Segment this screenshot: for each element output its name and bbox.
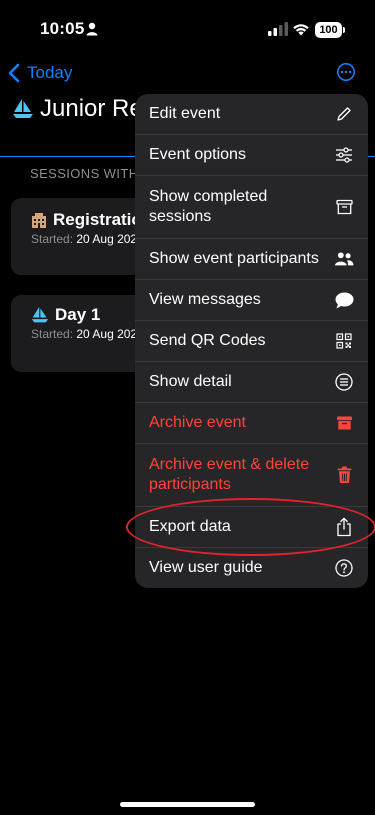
- sailboat-icon: [31, 306, 49, 323]
- list-circle-icon: [334, 372, 354, 392]
- session-title: Day 1: [55, 305, 101, 324]
- building-icon: [32, 213, 46, 228]
- pencil-icon: [334, 104, 354, 124]
- started-label: Started:: [31, 327, 74, 341]
- cellular-signal-icon: [268, 22, 288, 36]
- sliders-icon: [334, 145, 354, 165]
- started-value: 20 Aug 202: [76, 327, 138, 341]
- chevron-left-icon: [8, 63, 20, 83]
- qr-code-icon: [334, 331, 354, 351]
- session-title-row: Registratio: [31, 210, 142, 230]
- started-label: Started:: [31, 232, 74, 246]
- menu-item-label: Event options: [149, 146, 246, 163]
- menu-item-show-completed-sessions[interactable]: Show completed sessions: [135, 176, 368, 239]
- battery-indicator: 100: [315, 22, 342, 38]
- menu-item-show-event-participants[interactable]: Show event participants: [135, 239, 368, 280]
- archive-filled-icon: [334, 413, 354, 433]
- menu-item-label: Archive event & delete participants: [149, 456, 310, 493]
- trash-icon: [334, 465, 354, 485]
- people-icon: [334, 249, 354, 269]
- session-started: Started: 20 Aug 202: [31, 327, 137, 341]
- back-button[interactable]: Today: [8, 62, 72, 84]
- page-title-row: Junior Re: [12, 95, 143, 123]
- back-label: Today: [27, 63, 73, 82]
- person-icon: [86, 22, 98, 36]
- question-circle-icon: [334, 558, 354, 578]
- menu-item-label: Show detail: [149, 373, 232, 390]
- menu-item-event-options[interactable]: Event options: [135, 135, 368, 176]
- status-time: 10:05: [40, 19, 85, 38]
- session-started: Started: 20 Aug 202: [31, 232, 137, 246]
- menu-item-label: Show event participants: [149, 250, 319, 267]
- home-indicator[interactable]: [120, 802, 255, 807]
- menu-item-edit-event[interactable]: Edit event: [135, 94, 368, 135]
- highlight-oval: [126, 498, 375, 556]
- more-options-icon[interactable]: [337, 63, 355, 81]
- page-title: Junior Re: [40, 95, 143, 122]
- session-title-row: Day 1: [31, 305, 100, 325]
- menu-item-label: Archive event: [149, 414, 246, 431]
- menu-item-show-detail[interactable]: Show detail: [135, 362, 368, 403]
- menu-item-send-qr-codes[interactable]: Send QR Codes: [135, 321, 368, 362]
- started-value: 20 Aug 202: [76, 232, 138, 246]
- sailboat-icon: [13, 99, 33, 118]
- wifi-icon: [293, 24, 309, 36]
- menu-item-label: Send QR Codes: [149, 332, 266, 349]
- message-bubble-icon: [334, 290, 354, 310]
- menu-item-label: Show completed sessions: [149, 188, 268, 225]
- menu-item-label: Edit event: [149, 105, 221, 122]
- menu-item-label: View messages: [149, 291, 261, 308]
- session-title: Registratio: [53, 210, 142, 229]
- battery-tip: [343, 27, 345, 33]
- menu-item-archive-event[interactable]: Archive event: [135, 403, 368, 444]
- menu-item-view-messages[interactable]: View messages: [135, 280, 368, 321]
- sessions-section-header: SESSIONS WITH: [30, 166, 139, 181]
- menu-item-label: View user guide: [149, 559, 263, 576]
- archive-box-icon: [334, 197, 354, 217]
